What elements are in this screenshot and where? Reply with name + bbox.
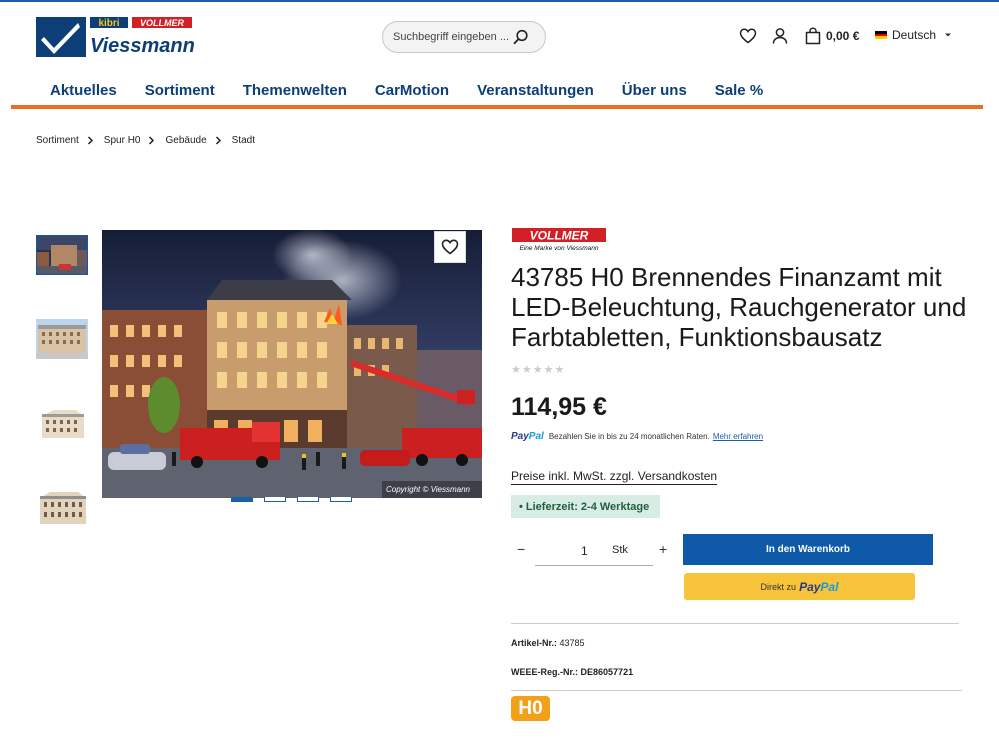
scale-badge: H0 bbox=[511, 696, 550, 721]
slide-indicator[interactable] bbox=[297, 497, 319, 502]
quantity-increase-button[interactable]: + bbox=[659, 541, 667, 557]
quantity-decrease-button[interactable]: − bbox=[517, 541, 525, 557]
slide-indicator[interactable] bbox=[231, 497, 253, 502]
breadcrumb-item[interactable]: Sortiment bbox=[36, 135, 79, 146]
nav-item-ueber-uns[interactable]: Über uns bbox=[622, 82, 687, 99]
quantity-divider bbox=[511, 565, 535, 566]
manufacturer-logo[interactable]: VOLLMER Eine Marke von Viessmann bbox=[512, 228, 606, 252]
paypal-installment-text: Bezahlen Sie in bis zu 24 monatlichen Ra… bbox=[548, 432, 710, 441]
gallery-thumbnail-4[interactable] bbox=[36, 488, 88, 528]
product-price: 114,95 € bbox=[511, 393, 607, 421]
heart-icon bbox=[441, 239, 459, 255]
germany-flag-icon bbox=[875, 31, 887, 40]
delivery-time-badge: • Lieferzeit: 2-4 Werktage bbox=[511, 495, 660, 518]
chevron-right-icon bbox=[87, 136, 93, 145]
user-icon[interactable] bbox=[771, 27, 789, 45]
spec-value: DE86057721 bbox=[580, 667, 634, 677]
language-selector[interactable]: Deutsch bbox=[875, 28, 952, 42]
breadcrumb: Sortiment Spur H0 Gebäude Stadt bbox=[36, 135, 255, 146]
search-input[interactable] bbox=[393, 22, 513, 52]
breadcrumb-item[interactable]: Spur H0 bbox=[104, 135, 141, 146]
chevron-right-icon bbox=[149, 136, 155, 145]
product-main-image[interactable]: Copyright © Viessmann bbox=[102, 230, 482, 498]
nav-item-veranstaltungen[interactable]: Veranstaltungen bbox=[477, 82, 594, 99]
nav-item-sortiment[interactable]: Sortiment bbox=[145, 82, 215, 99]
tax-shipping-link[interactable]: Preise inkl. MwSt. zzgl. Versandkosten bbox=[511, 469, 718, 485]
main-navigation: Aktuelles Sortiment Themenwelten CarMoti… bbox=[36, 82, 777, 99]
paypal-logo: PayPal bbox=[511, 431, 544, 442]
quantity-unit: Stk bbox=[612, 544, 628, 556]
cart-total[interactable]: 0,00 € bbox=[826, 29, 859, 43]
quantity-input[interactable]: 1 bbox=[581, 544, 588, 558]
gallery-slide-indicators bbox=[231, 497, 352, 502]
top-accent-line bbox=[0, 0, 999, 2]
nav-item-themenwelten[interactable]: Themenwelten bbox=[243, 82, 347, 99]
logo-kibri-text: kibri bbox=[98, 18, 119, 29]
paypal-installment-info: PayPal Bezahlen Sie in bis zu 24 monatli… bbox=[511, 431, 763, 442]
chevron-right-icon bbox=[215, 136, 221, 145]
image-watermark: Copyright © Viessmann bbox=[386, 485, 471, 494]
site-logo[interactable]: kibri VOLLMER Viessmann bbox=[36, 17, 198, 57]
nav-item-carmotion[interactable]: CarMotion bbox=[375, 82, 449, 99]
logo-vollmer-text: VOLLMER bbox=[140, 18, 184, 28]
brand-logo-tagline: Eine Marke von Viessmann bbox=[519, 245, 598, 252]
logo-viessmann-text: Viessmann bbox=[90, 35, 195, 57]
add-to-cart-button[interactable]: In den Warenkorb bbox=[683, 534, 933, 565]
nav-item-sale[interactable]: Sale % bbox=[715, 82, 763, 99]
paypal-button-logo: PayPal bbox=[799, 579, 839, 594]
rating-stars[interactable]: ★★★★★ bbox=[511, 363, 565, 376]
paypal-button-prefix: Direkt zu bbox=[760, 581, 797, 592]
spec-label: WEEE-Reg.-Nr.: bbox=[511, 667, 579, 677]
add-to-wishlist-button[interactable] bbox=[434, 231, 466, 263]
gallery-thumbnail-2[interactable] bbox=[36, 319, 88, 359]
gallery-thumbnail-1[interactable] bbox=[36, 235, 88, 275]
paypal-learn-more-link[interactable]: Mehr erfahren bbox=[713, 432, 763, 441]
quantity-stepper: − 1 Stk + bbox=[511, 536, 677, 566]
paypal-checkout-button[interactable]: Direkt zu PayPal bbox=[684, 573, 915, 600]
breadcrumb-item[interactable]: Gebäude bbox=[165, 135, 206, 146]
slide-indicator[interactable] bbox=[330, 497, 352, 502]
spec-label: Artikel-Nr.: bbox=[511, 638, 558, 648]
spec-weee-number: WEEE-Reg.-Nr.: DE86057721 bbox=[511, 667, 633, 677]
slide-indicator[interactable] bbox=[264, 497, 286, 502]
product-title: 43785 H0 Brennendes Finanzamt mit LED-Be… bbox=[511, 262, 967, 352]
gallery-thumbnail-3[interactable] bbox=[36, 404, 88, 444]
spec-value: 43785 bbox=[559, 638, 585, 648]
breadcrumb-item[interactable]: Stadt bbox=[232, 135, 255, 146]
divider bbox=[511, 623, 959, 624]
caret-down-icon bbox=[945, 33, 952, 37]
shopping-bag-icon[interactable] bbox=[804, 27, 822, 45]
language-label: Deutsch bbox=[892, 28, 937, 42]
spec-article-number: Artikel-Nr.: 43785 bbox=[511, 638, 585, 648]
search-icon[interactable] bbox=[513, 29, 529, 45]
brand-logo-name: VOLLMER bbox=[530, 229, 589, 243]
nav-item-aktuelles[interactable]: Aktuelles bbox=[50, 82, 117, 99]
heart-icon[interactable] bbox=[739, 27, 757, 45]
nav-underline bbox=[11, 105, 983, 109]
search-box bbox=[382, 21, 546, 53]
divider bbox=[511, 690, 962, 691]
quantity-divider bbox=[653, 565, 677, 566]
